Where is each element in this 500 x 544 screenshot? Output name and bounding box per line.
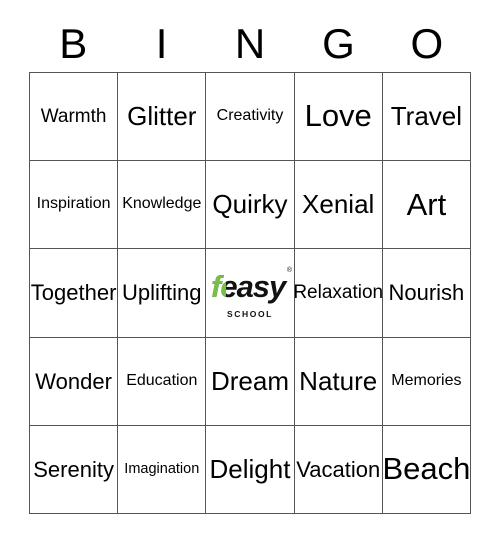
- bingo-cell[interactable]: Beach: [382, 425, 471, 514]
- bingo-cell[interactable]: Relaxation: [294, 249, 383, 338]
- bingo-cell-label: Nature: [299, 365, 378, 396]
- header-letter-o: O: [410, 20, 444, 67]
- bingo-cell[interactable]: Uplifting: [118, 249, 207, 338]
- header-letter-n: N: [234, 20, 266, 67]
- bingo-cell[interactable]: Delight: [206, 425, 295, 514]
- bingo-cell-label: Education: [126, 371, 198, 389]
- bingo-cell[interactable]: Wonder: [30, 337, 119, 426]
- bingo-cell-label: Love: [304, 98, 372, 134]
- bingo-cell[interactable]: Inspiration: [30, 161, 119, 250]
- bingo-cell-label: Memories: [391, 371, 462, 389]
- logo-subtitle: SCHOOL: [227, 309, 273, 320]
- bingo-cell[interactable]: Knowledge: [118, 161, 207, 250]
- header-letter-g: G: [322, 20, 355, 67]
- bingo-cell[interactable]: Xenial: [294, 161, 383, 250]
- bingo-cell[interactable]: Creativity: [206, 73, 295, 162]
- bingo-cell[interactable]: Vacation: [294, 425, 383, 514]
- bingo-cell-label: Nourish: [388, 280, 465, 306]
- bingo-cell[interactable]: Imagination: [118, 425, 207, 514]
- bingo-cell[interactable]: Education: [118, 337, 207, 426]
- bingo-grid: Warmth Glitter Creativity Love Travel In…: [29, 72, 471, 514]
- bingo-cell-label: Creativity: [216, 107, 284, 125]
- bingo-cell-label: Warmth: [40, 105, 107, 127]
- bingo-cell-label: Quirky: [212, 189, 288, 220]
- bingo-header: B I N G O: [29, 16, 471, 72]
- bingo-cell-label: Serenity: [33, 456, 114, 482]
- header-letter-i: I: [155, 20, 168, 67]
- bingo-cell[interactable]: Glitter: [118, 73, 207, 162]
- bingo-cell[interactable]: Nature: [294, 337, 383, 426]
- bingo-cell-label: Imagination: [124, 460, 200, 477]
- bingo-cell[interactable]: Art: [382, 161, 471, 250]
- bingo-cell-label: Relaxation: [294, 282, 383, 304]
- header-letter-b: B: [59, 20, 88, 67]
- bingo-cell[interactable]: Warmth: [30, 73, 119, 162]
- bingo-cell-label: Uplifting: [122, 280, 202, 306]
- bingo-cell[interactable]: Dream: [206, 337, 295, 426]
- bingo-cell-label: Dream: [210, 365, 289, 396]
- bingo-free-space-cell[interactable]: feasy feasy feasy ® SCHOOL: [206, 249, 295, 338]
- bingo-cell-label: Vacation: [296, 456, 381, 482]
- bingo-cell-label: Beach: [382, 451, 471, 487]
- bingo-cell[interactable]: Love: [294, 73, 383, 162]
- bingo-cell-label: Together: [30, 280, 117, 306]
- bingo-cell[interactable]: Together: [30, 249, 119, 338]
- feasy-school-logo: feasy feasy feasy ® SCHOOL: [207, 256, 293, 330]
- bingo-cell-label: Delight: [209, 453, 291, 484]
- bingo-cell[interactable]: Quirky: [206, 161, 295, 250]
- registered-trademark-icon: ®: [286, 267, 292, 275]
- bingo-cell-label: Glitter: [127, 100, 197, 131]
- feasy-wordmark: feasy feasy feasy ®: [209, 267, 292, 309]
- bingo-cell-label: Inspiration: [36, 195, 111, 213]
- bingo-cell-label: Knowledge: [122, 195, 202, 213]
- bingo-card: B I N G O Warmth Glitter Creativity Love…: [0, 0, 500, 544]
- bingo-cell[interactable]: Nourish: [382, 249, 471, 338]
- bingo-cell-label: Wonder: [35, 368, 112, 394]
- bingo-cell-label: Art: [406, 186, 447, 222]
- bingo-cell-label: Xenial: [302, 189, 375, 220]
- bingo-cell-label: Travel: [390, 100, 463, 131]
- bingo-cell[interactable]: Memories: [382, 337, 471, 426]
- bingo-cell[interactable]: Serenity: [30, 425, 119, 514]
- bingo-cell[interactable]: Travel: [382, 73, 471, 162]
